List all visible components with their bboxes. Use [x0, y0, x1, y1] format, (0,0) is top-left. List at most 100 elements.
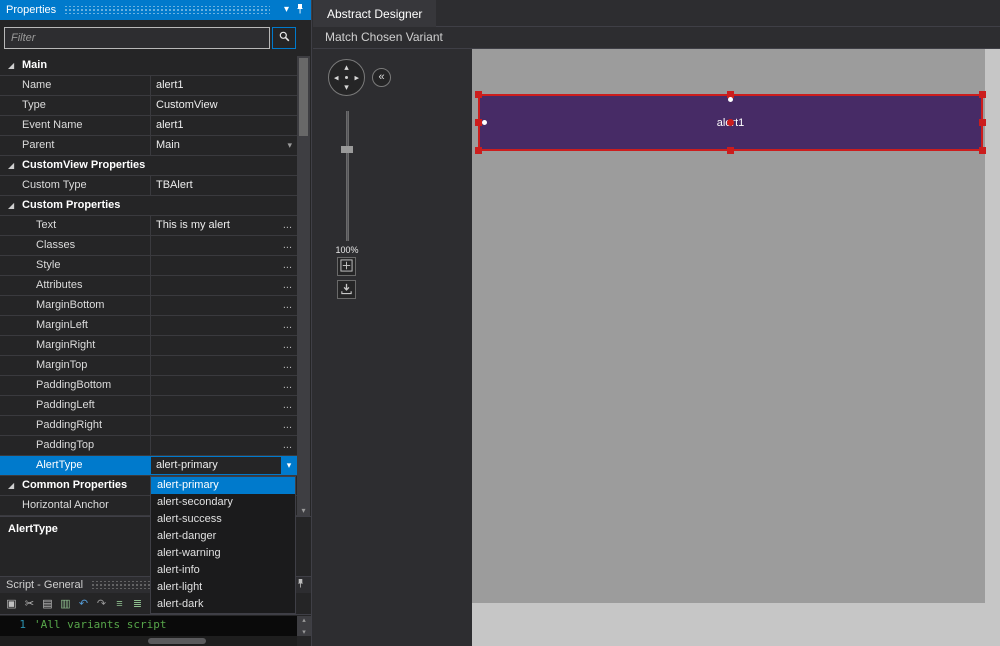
form-surface[interactable]: alert1 [472, 49, 986, 603]
property-row-parent[interactable]: Parent Main ▾ [0, 136, 297, 156]
properties-scrollbar[interactable]: ▾ [297, 56, 310, 516]
nav-left-icon[interactable]: ◂ [334, 73, 339, 82]
selection-handle[interactable] [475, 119, 482, 126]
scroll-up-icon[interactable]: ▴ [302, 616, 306, 624]
ellipsis-button[interactable]: ... [283, 296, 292, 315]
ellipsis-button[interactable]: ... [283, 236, 292, 255]
undo-icon[interactable]: ↶ [76, 597, 91, 610]
nav-up-icon[interactable]: ▴ [344, 63, 349, 72]
scrollbar-thumb[interactable] [299, 58, 308, 136]
dropdown-option-alert-primary[interactable]: alert-primary [151, 477, 295, 494]
property-value[interactable]: CustomView [150, 96, 297, 115]
collapse-triangle-icon[interactable]: ◢ [8, 156, 22, 175]
property-row-name[interactable]: Name alert1 [0, 76, 297, 96]
zoom-slider[interactable] [340, 111, 354, 241]
selection-handle[interactable] [979, 119, 986, 126]
property-value[interactable]: ... [150, 336, 297, 355]
filter-input[interactable] [4, 27, 270, 49]
chevron-down-icon[interactable]: ▾ [287, 136, 292, 155]
window-menu-chevron-icon[interactable]: ▾ [284, 5, 289, 15]
design-canvas[interactable]: alert1 [472, 49, 1000, 646]
alert-view[interactable]: alert1 [475, 91, 986, 154]
property-value[interactable]: alert-primary ▾ [150, 456, 297, 475]
property-row-paddingbottom[interactable]: PaddingBottom... [0, 376, 297, 396]
ellipsis-button[interactable]: ... [283, 356, 292, 375]
collapse-triangle-icon[interactable]: ◢ [8, 476, 22, 495]
dropdown-option-alert-secondary[interactable]: alert-secondary [151, 494, 295, 511]
property-row-marginbottom[interactable]: MarginBottom... [0, 296, 297, 316]
property-value[interactable]: TBAlert [150, 176, 297, 195]
comment-icon[interactable]: ≡ [112, 598, 127, 610]
nav-right-icon[interactable]: ▸ [354, 73, 359, 82]
property-value[interactable]: ... [150, 296, 297, 315]
property-row-event-name[interactable]: Event Name alert1 [0, 116, 297, 136]
property-value[interactable]: Main ▾ [150, 136, 297, 155]
code-horizontal-scrollbar[interactable] [0, 636, 297, 646]
property-value[interactable]: ... [150, 376, 297, 395]
property-row-type[interactable]: Type CustomView [0, 96, 297, 116]
property-row-alerttype[interactable]: AlertType alert-primary ▾ [0, 456, 297, 476]
tab-abstract-designer[interactable]: Abstract Designer [313, 0, 437, 27]
copy-icon[interactable]: ▤ [40, 597, 55, 610]
scroll-down-icon[interactable]: ▾ [302, 628, 306, 636]
property-value[interactable]: ... [150, 256, 297, 275]
collapse-triangle-icon[interactable]: ◢ [8, 56, 22, 75]
nav-down-icon[interactable]: ▾ [344, 83, 349, 92]
properties-titlebar[interactable]: Properties ▾ [0, 0, 311, 20]
property-row-margintop[interactable]: MarginTop... [0, 356, 297, 376]
selection-handle[interactable] [475, 147, 482, 154]
scroll-nav-control[interactable]: ▴ ▾ ◂ ▸ [328, 59, 365, 96]
dropdown-option-alert-info[interactable]: alert-info [151, 562, 295, 579]
ellipsis-button[interactable]: ... [283, 416, 292, 435]
combo-dropdown-button[interactable]: ▾ [281, 456, 297, 475]
dropdown-option-alert-light[interactable]: alert-light [151, 579, 295, 596]
property-value[interactable]: ... [150, 396, 297, 415]
property-group-header[interactable]: ◢ Main [0, 56, 297, 76]
property-value[interactable]: ... [150, 236, 297, 255]
property-value[interactable]: ... [150, 356, 297, 375]
load-layout-button[interactable] [337, 280, 356, 299]
selection-handle[interactable] [979, 147, 986, 154]
slider-thumb[interactable] [341, 146, 353, 153]
ellipsis-button[interactable]: ... [283, 436, 292, 455]
duplicate-icon[interactable]: ▣ [4, 597, 19, 610]
property-group-header[interactable]: ◢ CustomView Properties [0, 156, 297, 176]
ellipsis-button[interactable]: ... [283, 396, 292, 415]
selection-handle[interactable] [979, 91, 986, 98]
dropdown-option-alert-success[interactable]: alert-success [151, 511, 295, 528]
property-row-classes[interactable]: Classes... [0, 236, 297, 256]
alerttype-dropdown-list[interactable]: alert-primary alert-secondary alert-succes… [150, 476, 296, 614]
property-row-marginright[interactable]: MarginRight... [0, 336, 297, 356]
fit-to-screen-button[interactable] [337, 257, 356, 276]
property-row-style[interactable]: Style... [0, 256, 297, 276]
property-row-attributes[interactable]: Attributes... [0, 276, 297, 296]
property-value[interactable]: alert1 [150, 76, 297, 95]
property-group-header[interactable]: ◢ Custom Properties [0, 196, 297, 216]
ellipsis-button[interactable]: ... [283, 316, 292, 335]
property-row-paddingleft[interactable]: PaddingLeft... [0, 396, 297, 416]
scrollbar-down-arrow-icon[interactable]: ▾ [297, 506, 310, 515]
property-row-paddingtop[interactable]: PaddingTop... [0, 436, 297, 456]
collapse-tools-button[interactable]: « [372, 68, 391, 87]
ellipsis-button[interactable]: ... [283, 216, 292, 235]
pin-icon[interactable] [295, 3, 305, 17]
ellipsis-button[interactable]: ... [283, 336, 292, 355]
property-row-paddingright[interactable]: PaddingRight... [0, 416, 297, 436]
code-vertical-scrollbar[interactable]: ▴ ▾ [297, 616, 311, 636]
property-value[interactable]: ... [150, 316, 297, 335]
property-value[interactable]: alert1 [150, 116, 297, 135]
paste-icon[interactable]: ▥ [58, 597, 73, 610]
code-line[interactable]: 'All variants script [34, 616, 166, 636]
search-button[interactable] [272, 27, 296, 49]
redo-icon[interactable]: ↷ [94, 597, 109, 610]
collapse-triangle-icon[interactable]: ◢ [8, 196, 22, 215]
cut-icon[interactable]: ✂ [22, 597, 37, 610]
property-row-text[interactable]: Text This is my alert... [0, 216, 297, 236]
ellipsis-button[interactable]: ... [283, 376, 292, 395]
dropdown-option-alert-danger[interactable]: alert-danger [151, 528, 295, 545]
property-row-custom-type[interactable]: Custom Type TBAlert [0, 176, 297, 196]
selection-handle[interactable] [727, 147, 734, 154]
ellipsis-button[interactable]: ... [283, 276, 292, 295]
ellipsis-button[interactable]: ... [283, 256, 292, 275]
property-row-marginleft[interactable]: MarginLeft... [0, 316, 297, 336]
